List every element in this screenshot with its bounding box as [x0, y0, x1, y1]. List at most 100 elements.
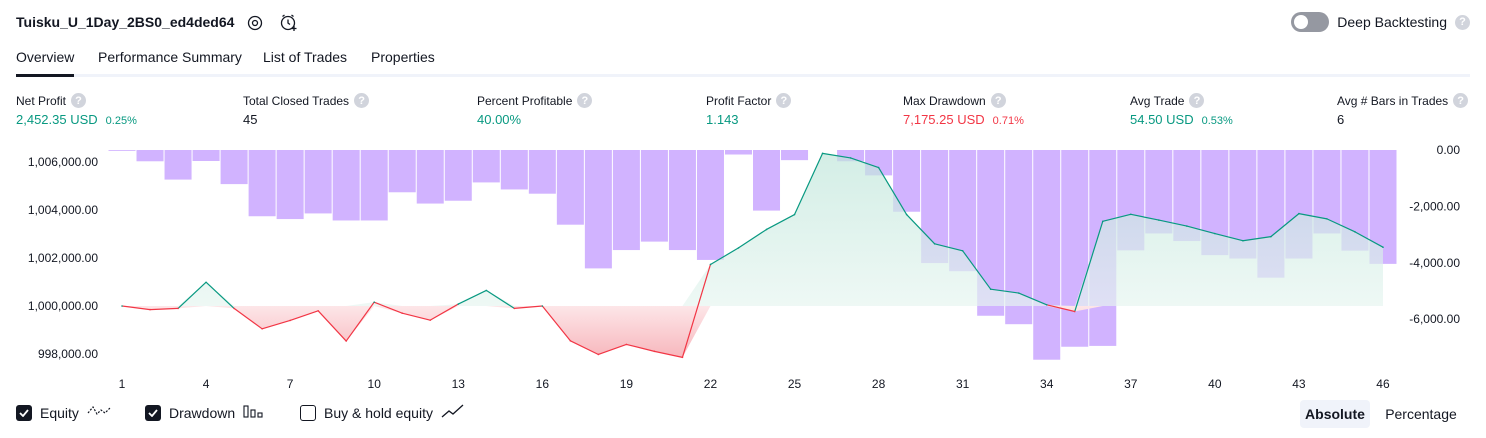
metric-label: Percent Profitable	[477, 93, 573, 108]
equity-checkbox[interactable]	[16, 404, 32, 421]
metric-label: Avg Trade	[1130, 93, 1185, 108]
metric-value: 2,452.35 USD	[16, 112, 98, 127]
equity-point	[905, 213, 908, 216]
x-tick-label: 22	[704, 377, 718, 390]
info-icon[interactable]: ?	[1189, 93, 1205, 108]
y-left-tick-label: 998,000.00	[38, 347, 98, 361]
metric-percent: 0.25%	[105, 115, 137, 127]
equity-point	[205, 281, 207, 284]
equity-point	[177, 307, 179, 310]
help-icon[interactable]: ?	[1455, 14, 1470, 30]
equity-point	[1045, 304, 1048, 306]
equity-point	[1158, 219, 1160, 221]
x-tick-label: 28	[872, 377, 886, 390]
y-left-tick-label: 1,000,000.00	[28, 299, 98, 313]
equity-drawdown-chart: 1,006,000.00 1,004,000.00 1,002,000.00 1,00…	[28, 143, 1460, 390]
metric-total-closed-trades: Total Closed Trades? 45	[243, 93, 370, 127]
equity-point	[1017, 292, 1020, 294]
tab-bar: Overview Performance Summary List of Tra…	[16, 48, 1470, 77]
equity-point	[1354, 231, 1356, 233]
drawdown-bar	[444, 150, 472, 201]
absolute-toggle[interactable]: Absolute	[1300, 400, 1370, 428]
drawdown-bar	[248, 150, 276, 217]
metric-value: 40.00%	[477, 112, 522, 127]
add-alert-icon[interactable]	[278, 12, 300, 34]
info-icon[interactable]: ?	[354, 93, 370, 108]
legend-drawdown-label: Drawdown	[169, 404, 236, 421]
metric-label: Net Profit	[16, 93, 67, 108]
x-tick-label: 16	[536, 377, 550, 390]
legend-buy-hold[interactable]: Buy & hold equity	[300, 403, 465, 422]
equity-point	[849, 157, 852, 159]
drawdown-bar	[584, 150, 612, 269]
tab-properties[interactable]: Properties	[371, 48, 435, 74]
equity-icon	[87, 403, 111, 422]
y-right-tick-label: -4,000.00	[1409, 256, 1460, 270]
deep-backtesting-toggle[interactable]	[1291, 12, 1330, 32]
drawdown-bar	[472, 150, 500, 183]
x-tick-label: 25	[788, 377, 802, 390]
tab-overview[interactable]: Overview	[16, 48, 75, 77]
x-tick-label: 40	[1208, 377, 1222, 390]
equity-point	[1129, 213, 1132, 216]
drawdown-bar	[781, 150, 809, 161]
equity-point	[765, 228, 768, 231]
x-tick-label: 43	[1292, 377, 1306, 390]
equity-point	[597, 353, 600, 356]
x-tick-label: 1	[119, 377, 126, 390]
drawdown-bar	[136, 150, 164, 162]
drawdown-bar	[500, 150, 528, 190]
info-icon[interactable]: ?	[1453, 93, 1469, 108]
deep-backtesting: Deep Backtesting ?	[1291, 12, 1470, 32]
equity-point	[233, 307, 235, 310]
drawdown-bar	[724, 150, 752, 155]
x-tick-label: 31	[956, 377, 970, 390]
drawdown-bar	[276, 150, 304, 220]
equity-point	[261, 328, 263, 330]
x-tick-label: 10	[368, 377, 382, 390]
equity-point	[961, 250, 964, 252]
metric-avg-trade: Avg Trade? 54.50 USD 0.53%	[1130, 93, 1233, 127]
legend-equity[interactable]: Equity	[16, 403, 111, 422]
info-icon[interactable]: ?	[71, 93, 87, 108]
drawdown-bar	[528, 150, 556, 194]
drawdown-bar	[416, 150, 444, 204]
equity-point	[569, 340, 572, 342]
y-left-tick-label: 1,002,000.00	[28, 251, 98, 265]
drawdown-bar	[388, 150, 416, 193]
info-icon[interactable]: ?	[990, 93, 1006, 108]
drawdown-checkbox[interactable]	[145, 404, 161, 421]
y-left-tick-label: 1,006,000.00	[28, 155, 98, 169]
metric-label: Total Closed Trades	[243, 93, 350, 108]
settings-icon[interactable]	[244, 12, 266, 34]
x-tick-label: 46	[1376, 377, 1390, 390]
tab-list-of-trades[interactable]: List of Trades	[263, 48, 347, 74]
percentage-toggle[interactable]: Percentage	[1378, 400, 1464, 428]
equity-point	[513, 307, 516, 310]
equity-point	[1186, 225, 1188, 227]
legend-drawdown[interactable]: Drawdown	[145, 403, 265, 422]
tab-performance-summary[interactable]: Performance Summary	[98, 48, 242, 74]
metric-percent: 0.53%	[1201, 115, 1233, 127]
equity-point	[485, 289, 488, 292]
legend-equity-label: Equity	[40, 404, 79, 421]
metric-value: 1.143	[706, 112, 739, 127]
metric-value: 45	[243, 112, 258, 127]
buy-hold-checkbox[interactable]	[300, 404, 316, 421]
legend-buy-hold-label: Buy & hold equity	[324, 404, 433, 421]
metric-value: 54.50 USD	[1130, 112, 1194, 127]
equity-point	[793, 213, 796, 216]
metric-label: Profit Factor	[706, 93, 772, 108]
info-icon[interactable]: ?	[577, 93, 593, 108]
info-icon[interactable]: ?	[776, 93, 792, 108]
equity-point	[541, 305, 544, 307]
equity-point	[681, 356, 684, 359]
equity-point	[821, 152, 824, 155]
drawdown-bar	[1061, 150, 1089, 347]
metric-net-profit: Net Profit? 2,452.35 USD 0.25%	[16, 93, 137, 127]
drawdown-bar	[640, 150, 668, 242]
strategy-title: Tuisku_U_1Day_2BS0_ed4ded64	[16, 14, 235, 30]
drawdown-bar	[108, 150, 136, 151]
equity-point	[1214, 232, 1216, 235]
drawdown-bar	[753, 150, 781, 211]
